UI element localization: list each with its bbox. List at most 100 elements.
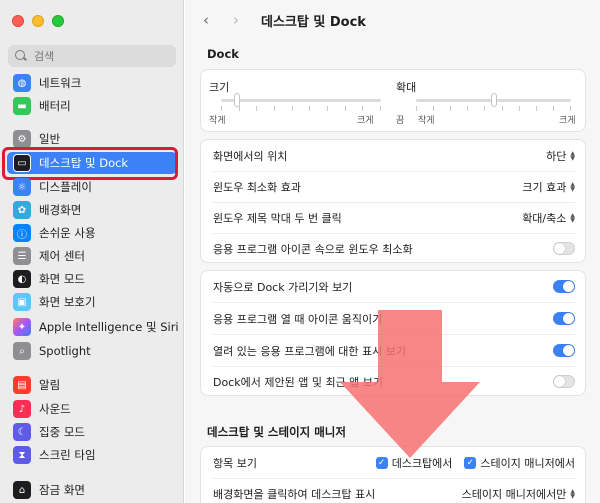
sidebar-item-label: 배경화면 (39, 203, 82, 217)
stage-section-title: 데스크탑 및 스테이지 매니저 (207, 425, 346, 439)
network-icon: ◍ (13, 74, 31, 92)
sidebar-item-sound[interactable]: ♪ 사운드 (7, 398, 177, 420)
sidebar-item-label: 화면 보호기 (39, 295, 96, 309)
sidebar-item-display[interactable]: ☼ 디스플레이 (7, 176, 177, 198)
up-down-chevron-icon: ▲ ▼ (570, 487, 575, 500)
on-desktop-checkbox[interactable]: ✓ 데스크탑에서 (375, 455, 453, 471)
up-down-chevron-icon: ▲ ▼ (570, 211, 575, 224)
minimize-into-icon-toggle[interactable] (553, 242, 575, 255)
main-pane: ‹ › 데스크탑 및 Dock Dock 크기 작게 크게 확대 끔 작게 크게 (185, 0, 600, 503)
size-slider-ticks (221, 106, 381, 111)
position-popup[interactable]: 하단 ▲ ▼ (546, 148, 575, 164)
sidebar-item-label: 스크린 타임 (39, 448, 96, 462)
battery-icon: ▬ (13, 97, 31, 115)
sidebar-item-label: 알림 (39, 378, 61, 392)
size-slider-track[interactable] (221, 99, 381, 102)
autohide-label: 자동으로 Dock 가리기와 보기 (213, 280, 353, 294)
search-icon (14, 49, 28, 63)
indicators-toggle[interactable] (553, 344, 575, 357)
titlebar-row: 윈도우 제목 막대 두 번 클릭 확대/축소 ▲ ▼ (201, 202, 585, 233)
wallpaper-icon: ✿ (13, 201, 31, 219)
animate-label: 응용 프로그램 열 때 아이콘 움직이기 (213, 312, 383, 326)
up-down-chevron-icon: ▲ ▼ (570, 149, 575, 162)
toolbar: ‹ › 데스크탑 및 Dock (185, 0, 600, 40)
sidebar: ◍ 네트워크 ▬ 배터리 ⚙ 일반 ▭ 데스크탑 및 Dock ☼ 디스플레이 … (0, 0, 184, 503)
click-wallpaper-row: 배경화면을 클릭하여 데스크탑 표시 스테이지 매니저에서만 ▲ ▼ (201, 478, 585, 503)
minimize-into-icon-label: 응용 프로그램 아이콘 속으로 윈도우 최소화 (213, 242, 413, 256)
page-title: 데스크탑 및 Dock (261, 14, 366, 30)
click-wallpaper-popup[interactable]: 스테이지 매니저에서만 ▲ ▼ (462, 486, 575, 502)
dock-options-card: 화면에서의 위치 하단 ▲ ▼ 윈도우 최소화 효과 크기 효과 ▲ ▼ 윈도우 제목 … (200, 139, 586, 263)
minimize-into-icon-row: 응용 프로그램 아이콘 속으로 윈도우 최소화 (201, 233, 585, 264)
titlebar-value: 확대/축소 (522, 211, 567, 225)
checkmark-icon: ✓ (464, 456, 477, 469)
notifications-icon: ▤ (13, 376, 31, 394)
animate-row: 응용 프로그램 열 때 아이콘 움직이기 (201, 303, 585, 334)
display-icon: ☼ (13, 178, 31, 196)
search-input[interactable] (34, 49, 164, 63)
sidebar-item-focus[interactable]: ☾ 집중 모드 (7, 421, 177, 443)
recents-toggle[interactable] (553, 375, 575, 388)
sidebar-item-battery[interactable]: ▬ 배터리 (7, 95, 177, 117)
window-controls (12, 15, 64, 27)
autohide-row: 자동으로 Dock 가리기와 보기 (201, 271, 585, 302)
sidebar-item-label: 화면 모드 (39, 272, 85, 286)
sidebar-item-label: Apple Intelligence 및 Siri (39, 320, 179, 334)
forward-button[interactable]: › (225, 9, 247, 31)
screensaver-icon: ▣ (13, 293, 31, 311)
minimize-button[interactable] (32, 15, 44, 27)
screen-time-icon: ⧗ (13, 446, 31, 464)
appearance-icon: ◐ (13, 270, 31, 288)
magnify-slider-thumb[interactable] (490, 93, 497, 107)
magnify-max-label: 크게 (559, 116, 576, 126)
checkmark-icon: ✓ (375, 456, 388, 469)
magnify-off-label: 끔 (396, 116, 405, 126)
siri-icon: ✦ (13, 318, 31, 336)
dock-size-magnify-card: 크기 작게 크게 확대 끔 작게 크게 (200, 69, 586, 132)
magnify-min-label: 작게 (418, 116, 435, 126)
indicators-row: 열려 있는 응용 프로그램에 대한 표시 보기 (201, 335, 585, 366)
size-slider-thumb[interactable] (234, 93, 240, 107)
stage-card: 항목 보기 ✓ 데스크탑에서 ✓ 스테이지 매니저에서 배경화면을 클릭하여 데스크… (200, 446, 586, 503)
zoom-button[interactable] (52, 15, 64, 27)
search-field[interactable] (8, 45, 176, 67)
sidebar-item-appearance[interactable]: ◐ 화면 모드 (7, 268, 177, 290)
sidebar-item-wallpaper[interactable]: ✿ 배경화면 (7, 199, 177, 221)
titlebar-label: 윈도우 제목 막대 두 번 클릭 (213, 211, 342, 225)
gear-icon: ⚙ (13, 130, 31, 148)
indicators-label: 열려 있는 응용 프로그램에 대한 표시 보기 (213, 344, 407, 358)
close-button[interactable] (12, 15, 24, 27)
autohide-toggle[interactable] (553, 280, 575, 293)
sidebar-item-screensaver[interactable]: ▣ 화면 보호기 (7, 291, 177, 313)
show-items-row: 항목 보기 ✓ 데스크탑에서 ✓ 스테이지 매니저에서 (201, 447, 585, 478)
sidebar-item-screen-time[interactable]: ⧗ 스크린 타임 (7, 444, 177, 466)
sidebar-item-siri[interactable]: ✦ Apple Intelligence 및 Siri (7, 316, 179, 338)
minimize-effect-row: 윈도우 최소화 효과 크기 효과 ▲ ▼ (201, 171, 585, 202)
sidebar-item-label: 사운드 (39, 402, 71, 416)
sidebar-item-network[interactable]: ◍ 네트워크 (7, 72, 177, 94)
control-center-icon: ☰ (13, 247, 31, 265)
sidebar-item-label: 집중 모드 (39, 425, 85, 439)
animate-toggle[interactable] (553, 312, 575, 325)
minimize-effect-popup[interactable]: 크기 효과 ▲ ▼ (522, 179, 575, 195)
sidebar-item-spotlight[interactable]: ⌕ Spotlight (7, 340, 177, 362)
size-label: 크기 (209, 81, 230, 94)
size-min-label: 작게 (209, 116, 226, 126)
up-down-chevron-icon: ▲ ▼ (570, 180, 575, 193)
sidebar-item-notifications[interactable]: ▤ 알림 (7, 374, 177, 396)
show-items-label: 항목 보기 (213, 456, 257, 470)
position-row: 화면에서의 위치 하단 ▲ ▼ (201, 140, 585, 171)
in-stage-manager-label: 스테이지 매니저에서 (480, 456, 575, 470)
back-button[interactable]: ‹ (195, 9, 217, 31)
sidebar-item-control-center[interactable]: ☰ 제어 센터 (7, 245, 177, 267)
minimize-effect-label: 윈도우 최소화 효과 (213, 180, 301, 194)
sidebar-item-label: 잠금 화면 (39, 483, 85, 497)
lock-screen-icon: ⌂ (13, 481, 31, 499)
titlebar-popup[interactable]: 확대/축소 ▲ ▼ (522, 210, 575, 226)
sidebar-item-accessibility[interactable]: ⓘ 손쉬운 사용 (7, 222, 177, 244)
in-stage-manager-checkbox[interactable]: ✓ 스테이지 매니저에서 (464, 455, 575, 471)
sidebar-item-label: Spotlight (39, 344, 91, 358)
click-wallpaper-value: 스테이지 매니저에서만 (461, 487, 567, 501)
on-desktop-label: 데스크탑에서 (391, 456, 453, 470)
sidebar-item-lock-screen[interactable]: ⌂ 잠금 화면 (7, 479, 177, 501)
